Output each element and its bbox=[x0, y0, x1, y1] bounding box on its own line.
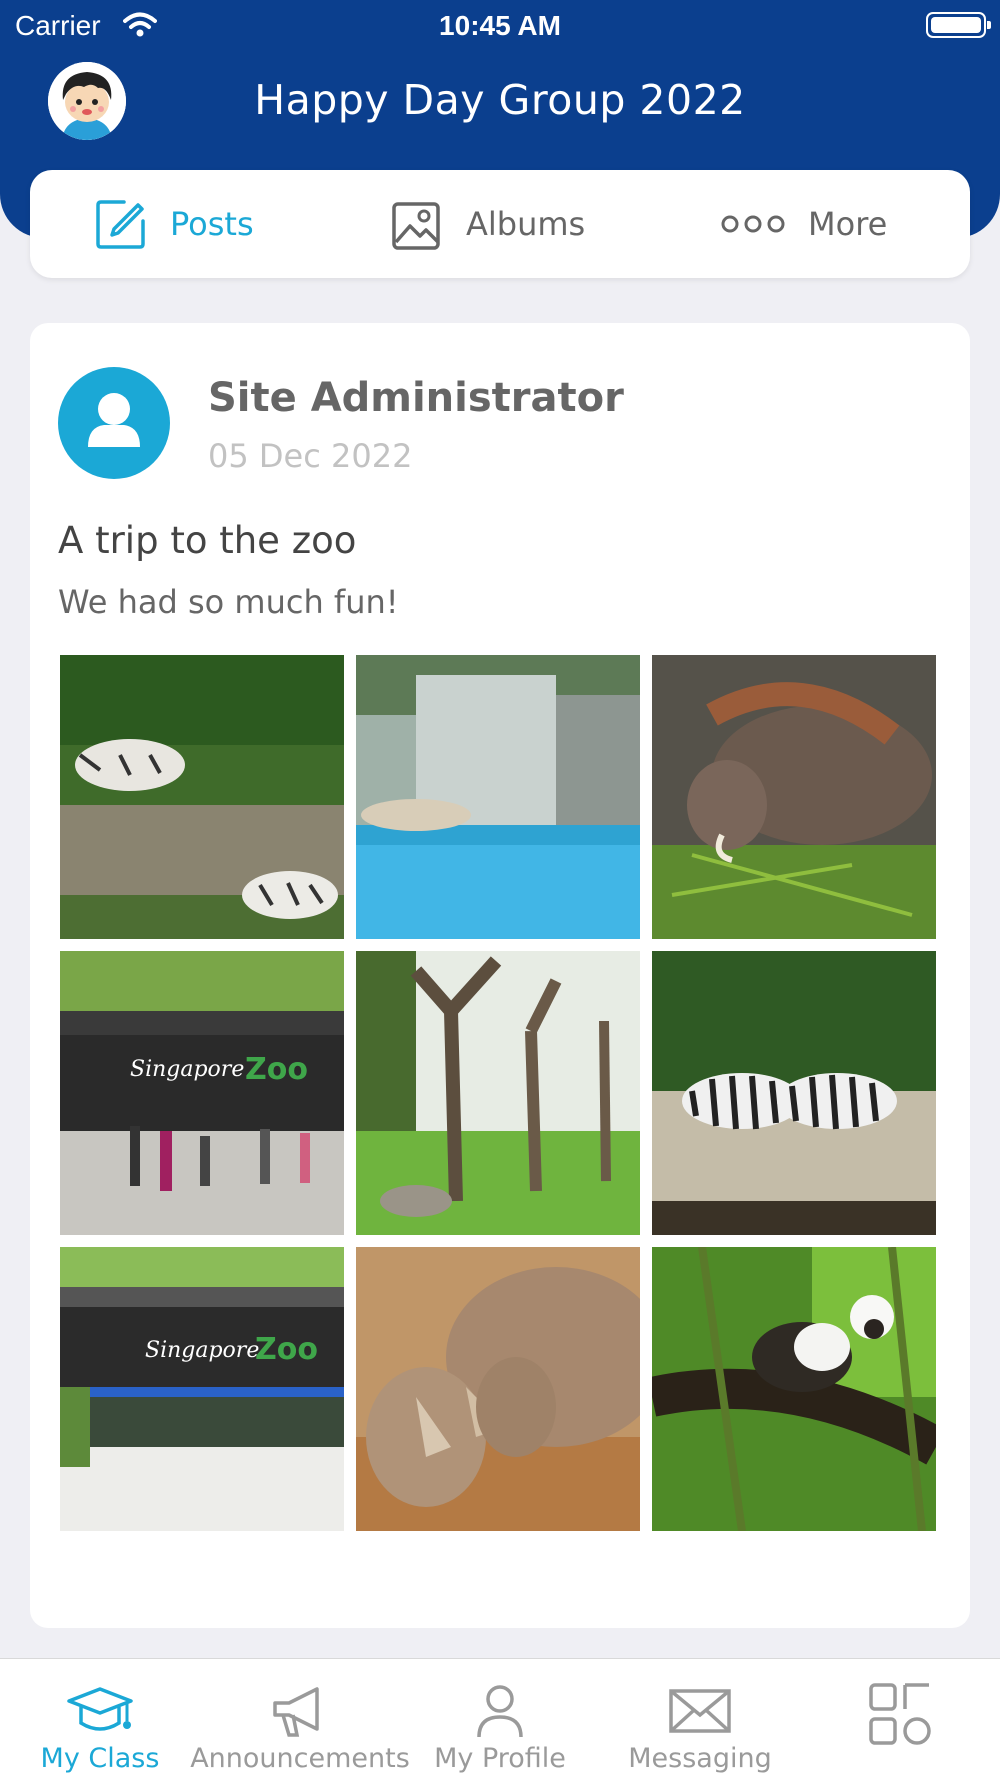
photo-thumbnail[interactable]: Singapore Zoo bbox=[60, 951, 344, 1235]
photo-thumbnail[interactable]: Singapore Zoo bbox=[60, 1247, 344, 1531]
tab-posts-label: Posts bbox=[170, 205, 254, 243]
svg-text:Singapore: Singapore bbox=[145, 1338, 259, 1363]
grid-menu-icon bbox=[869, 1683, 931, 1745]
user-avatar[interactable] bbox=[48, 62, 126, 140]
nav-messaging[interactable]: Messaging bbox=[600, 1659, 800, 1778]
photo-thumbnail[interactable] bbox=[60, 655, 344, 939]
nav-announcements[interactable]: Announcements bbox=[190, 1659, 410, 1778]
post-title: A trip to the zoo bbox=[58, 519, 357, 562]
more-dots-icon bbox=[721, 215, 785, 233]
svg-text:Zoo: Zoo bbox=[245, 1052, 308, 1087]
status-bar: Carrier 10:45 AM bbox=[0, 0, 1000, 52]
tab-albums-label: Albums bbox=[466, 205, 586, 243]
nav-messaging-label: Messaging bbox=[628, 1743, 772, 1774]
svg-text:Singapore: Singapore bbox=[130, 1057, 244, 1082]
tab-albums[interactable]: Albums bbox=[390, 170, 585, 278]
envelope-icon bbox=[669, 1689, 731, 1733]
photo-thumbnail[interactable] bbox=[652, 951, 936, 1235]
post-card[interactable]: Site Administrator 05 Dec 2022 A trip to… bbox=[30, 323, 970, 1628]
tab-bar: Posts Albums More bbox=[30, 170, 970, 278]
nav-my-class[interactable]: My Class bbox=[0, 1659, 200, 1778]
photo-thumbnail[interactable] bbox=[652, 655, 936, 939]
edit-icon bbox=[96, 200, 145, 249]
tab-more[interactable]: More bbox=[720, 170, 887, 278]
battery-icon bbox=[926, 12, 991, 38]
author-avatar bbox=[58, 367, 170, 479]
photo-thumbnail[interactable] bbox=[356, 1247, 640, 1531]
svg-text:Zoo: Zoo bbox=[255, 1332, 318, 1367]
photo-thumbnail[interactable] bbox=[652, 1247, 936, 1531]
photo-thumbnail[interactable] bbox=[356, 951, 640, 1235]
page-title: Happy Day Group 2022 bbox=[254, 76, 746, 124]
post-date: 05 Dec 2022 bbox=[208, 437, 413, 475]
nav-my-profile[interactable]: My Profile bbox=[400, 1659, 600, 1778]
graduation-cap-icon bbox=[67, 1687, 133, 1731]
nav-more-menu[interactable] bbox=[800, 1659, 1000, 1778]
tab-posts[interactable]: Posts bbox=[94, 170, 254, 278]
person-icon bbox=[88, 393, 140, 447]
clock: 10:45 AM bbox=[439, 10, 561, 41]
megaphone-icon bbox=[273, 1687, 319, 1737]
photo-thumbnail[interactable] bbox=[356, 655, 640, 939]
author-name: Site Administrator bbox=[208, 375, 624, 421]
bottom-tab-bar: My Class Announcements My Profile Messag… bbox=[0, 1658, 1000, 1778]
image-icon bbox=[392, 202, 440, 250]
post-body: We had so much fun! bbox=[58, 583, 399, 621]
tab-more-label: More bbox=[808, 205, 888, 243]
person-icon bbox=[477, 1685, 523, 1738]
